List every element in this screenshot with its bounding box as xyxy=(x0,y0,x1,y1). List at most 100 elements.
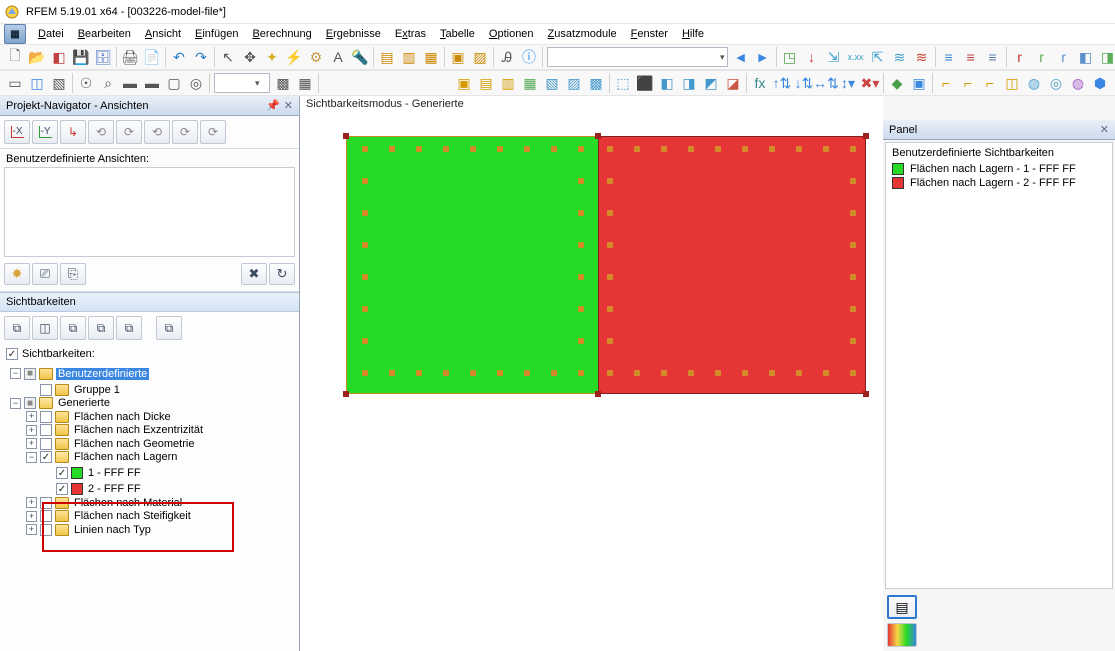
tree-gruppe1[interactable]: Gruppe 1 xyxy=(72,384,122,396)
r27-icon[interactable]: ◎ xyxy=(1045,72,1067,94)
loadcase-input[interactable] xyxy=(550,49,720,65)
db5-icon[interactable]: ◨ xyxy=(1097,46,1115,68)
tree-item-2[interactable]: 2 - FFF FF xyxy=(86,483,143,495)
expand-icon[interactable]: + xyxy=(26,438,37,449)
tree-fl-lagern[interactable]: Flächen nach Lagern xyxy=(72,451,179,463)
open-icon[interactable]: 📂 xyxy=(26,46,48,68)
vis4-icon[interactable]: ▬ xyxy=(141,72,163,94)
layers2-icon[interactable]: ▥ xyxy=(398,46,420,68)
r03-icon[interactable]: ▥ xyxy=(497,72,519,94)
menu-berechnung[interactable]: Berechnung xyxy=(246,26,317,42)
r29-icon[interactable]: ⬢ xyxy=(1089,72,1111,94)
undo-icon[interactable]: ↶ xyxy=(168,46,190,68)
vis-c[interactable]: ⧉ xyxy=(60,316,86,340)
layers-icon[interactable]: ▤ xyxy=(376,46,398,68)
r08-icon[interactable]: ⬚ xyxy=(612,72,634,94)
cube-icon[interactable]: ◳ xyxy=(779,46,801,68)
vis5-icon[interactable]: ▢ xyxy=(163,72,185,94)
move-icon[interactable]: ✥ xyxy=(239,46,261,68)
vis-e[interactable]: ⧉ xyxy=(116,316,142,340)
redo-icon[interactable]: ↷ xyxy=(190,46,212,68)
print-icon[interactable]: 🖨 xyxy=(119,46,141,68)
r15-icon[interactable]: ↑⇅ xyxy=(771,72,793,94)
menu-bearbeiten[interactable]: Bearbeiten xyxy=(72,26,137,42)
menu-hilfe[interactable]: Hilfe xyxy=(676,26,710,42)
select-star-icon[interactable]: ✦ xyxy=(261,46,283,68)
report-icon[interactable]: 📄 xyxy=(141,46,163,68)
vis-d[interactable]: ⧉ xyxy=(88,316,114,340)
refresh-view-button[interactable]: ↻ xyxy=(269,263,295,285)
menu-fenster[interactable]: Fenster xyxy=(625,26,674,42)
expand-icon[interactable]: + xyxy=(26,511,37,522)
visibility-checkbox[interactable]: ✓ xyxy=(6,348,18,360)
search-a-icon[interactable]: A xyxy=(327,46,349,68)
tree-generierte[interactable]: Generierte xyxy=(56,397,112,409)
view-y-button[interactable]: -Y xyxy=(32,120,58,144)
text-icon[interactable]: Ꭿ xyxy=(496,46,518,68)
expand-icon[interactable]: + xyxy=(26,524,37,535)
collapse-icon[interactable]: − xyxy=(10,398,21,409)
visset-input[interactable] xyxy=(217,75,255,91)
delete-view-button[interactable]: ✖ xyxy=(241,263,267,285)
xx-icon[interactable]: x.xx xyxy=(845,46,867,68)
r17-icon[interactable]: ↔⇅ xyxy=(815,72,837,94)
r25-icon[interactable]: ◫ xyxy=(1001,72,1023,94)
prev-icon[interactable]: ◄ xyxy=(730,46,752,68)
tree-checkbox[interactable]: ✓ xyxy=(40,451,52,463)
tree-fl-exz[interactable]: Flächen nach Exzentrizität xyxy=(72,424,205,436)
res3-icon[interactable]: ≋ xyxy=(889,46,911,68)
tree-fl-geom[interactable]: Flächen nach Geometrie xyxy=(72,438,196,450)
r07-icon[interactable]: ▩ xyxy=(585,72,607,94)
close-icon[interactable]: ✕ xyxy=(284,99,293,112)
nav3-icon[interactable]: ▧ xyxy=(48,72,70,94)
model-viewport[interactable]: Sichtbarkeitsmodus - Generierte xyxy=(300,96,883,651)
add-view-button[interactable]: ✸ xyxy=(4,263,30,285)
save-icon[interactable]: 💾 xyxy=(70,46,92,68)
tree-checkbox[interactable] xyxy=(40,411,52,423)
view-u4-button[interactable]: ⟳ xyxy=(172,120,198,144)
vis-f[interactable]: ⧉ xyxy=(156,316,182,340)
info-icon[interactable]: ⓘ xyxy=(518,46,540,68)
db-icon[interactable]: r xyxy=(1009,46,1031,68)
grid2-icon[interactable]: ▨ xyxy=(469,46,491,68)
view-u5-button[interactable]: ⟳ xyxy=(200,120,226,144)
r22-icon[interactable]: ⌐ xyxy=(935,72,957,94)
tree-checkbox[interactable]: ■ xyxy=(24,397,36,409)
view-u1-button[interactable]: ⟲ xyxy=(88,120,114,144)
tree-checkbox[interactable] xyxy=(40,438,52,450)
r18-icon[interactable]: ↕▾ xyxy=(837,72,859,94)
menu-optionen[interactable]: Optionen xyxy=(483,26,540,42)
r12-icon[interactable]: ◩ xyxy=(700,72,722,94)
v2-icon[interactable]: ▦ xyxy=(294,72,316,94)
r24-icon[interactable]: ⌐ xyxy=(979,72,1001,94)
layers3-icon[interactable]: ▦ xyxy=(420,46,442,68)
next-icon[interactable]: ► xyxy=(752,46,774,68)
view-u2-button[interactable]: ⟳ xyxy=(116,120,142,144)
vis3-icon[interactable]: ▬ xyxy=(119,72,141,94)
surface-2[interactable] xyxy=(598,136,866,394)
btn-b[interactable]: ⎚ xyxy=(32,263,58,285)
r04-icon[interactable]: ▦ xyxy=(519,72,541,94)
userviews-list[interactable] xyxy=(4,167,295,257)
chevron-down-icon[interactable]: ▾ xyxy=(255,78,260,89)
menu-ergebnisse[interactable]: Ergebnisse xyxy=(320,26,387,42)
v1-icon[interactable]: ▩ xyxy=(272,72,294,94)
menu-einfuegen[interactable]: Einfügen xyxy=(189,26,244,42)
res1-icon[interactable]: ⇲ xyxy=(823,46,845,68)
db2-icon[interactable]: r xyxy=(1031,46,1053,68)
tree-item-1[interactable]: 1 - FFF FF xyxy=(86,467,143,479)
tree-fl-dicke[interactable]: Flächen nach Dicke xyxy=(72,411,173,423)
r28-icon[interactable]: ◍ xyxy=(1067,72,1089,94)
vis6-icon[interactable]: ◎ xyxy=(185,72,207,94)
menu-ansicht[interactable]: Ansicht xyxy=(139,26,187,42)
r10-icon[interactable]: ◧ xyxy=(656,72,678,94)
r26-icon[interactable]: ◍ xyxy=(1023,72,1045,94)
panel-tab-colors[interactable] xyxy=(887,623,917,647)
extra-icon-1[interactable]: ◧ xyxy=(48,46,70,68)
r11-icon[interactable]: ◨ xyxy=(678,72,700,94)
r02-icon[interactable]: ▤ xyxy=(475,72,497,94)
r19-icon[interactable]: ✖▾ xyxy=(859,72,881,94)
wand-icon[interactable]: ⚡ xyxy=(283,46,305,68)
calc3-icon[interactable]: ≡ xyxy=(982,46,1004,68)
view-u3-button[interactable]: ⟲ xyxy=(144,120,170,144)
